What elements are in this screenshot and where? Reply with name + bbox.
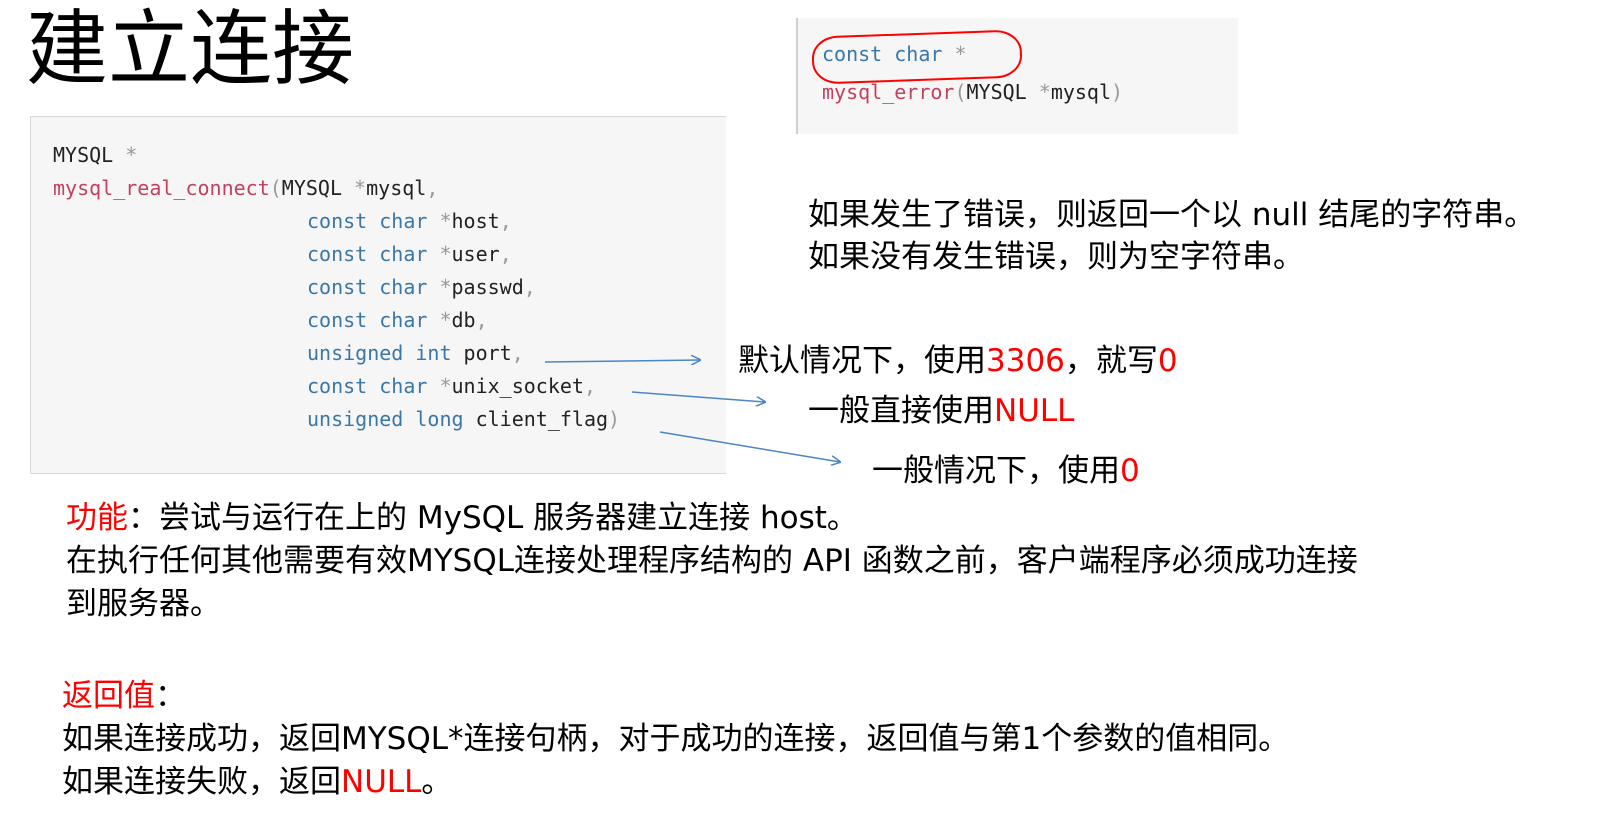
note-unix-socket: 一般直接使用NULL: [808, 393, 1075, 429]
return-value-heading: 返回值：: [62, 678, 186, 714]
arrow-unix-socket: [631, 391, 765, 402]
function-line3: 到服务器。: [66, 586, 221, 622]
function-label: 功能: [66, 500, 128, 536]
note-client-flag: 一般情况下，使用0: [872, 453, 1140, 489]
function-line2: 在执行任何其他需要有效MYSQL连接处理程序结构的 API 函数之前，客户端程序…: [66, 543, 1358, 579]
arrow-client-flag: [659, 431, 840, 462]
function-line1: 功能：尝试与运行在上的 MySQL 服务器建立连接 host。: [66, 500, 858, 536]
arrow-port: [544, 360, 700, 362]
return-value-line1: 如果连接成功，返回MYSQL*连接句柄，对于成功的连接，返回值与第1个参数的值相…: [62, 721, 1290, 757]
return-value-line2: 如果连接失败，返回NULL。: [62, 764, 453, 800]
note-port: 默认情况下，使用3306，就写0: [738, 343, 1178, 379]
return-value-label: 返回值: [62, 678, 155, 714]
